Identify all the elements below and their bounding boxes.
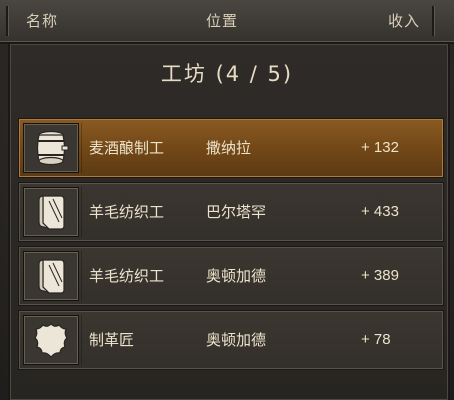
workshop-income: + 132 (361, 139, 399, 156)
table-header: 名称 位置 收入 (0, 0, 454, 44)
header-location[interactable]: 位置 (206, 0, 238, 42)
workshop-name: 羊毛纺织工 (89, 203, 165, 221)
workshop-location: 撒纳拉 (206, 139, 252, 157)
header-divider (432, 6, 434, 36)
cloth-roll-icon (38, 259, 65, 294)
section-title: 工坊 (4 / 5) (160, 62, 294, 86)
workshop-row[interactable]: 麦酒酿制工 撒纳拉 + 132 (18, 118, 444, 178)
workshop-icon-frame (23, 123, 79, 173)
workshop-row[interactable]: 羊毛纺织工 巴尔塔罕 + 433 (18, 182, 444, 242)
workshop-location: 巴尔塔罕 (206, 203, 267, 221)
header-income[interactable]: 收入 (388, 0, 420, 42)
row-divider (81, 251, 82, 301)
workshop-row[interactable]: 羊毛纺织工 奥顿加德 + 389 (18, 246, 444, 306)
header-name[interactable]: 名称 (26, 0, 58, 42)
workshop-panel: 名称 位置 收入 工坊 (4 / 5) 麦酒酿制工 撒纳拉 + 132 羊毛纺织… (0, 0, 454, 400)
barrel-icon (36, 130, 69, 166)
workshop-income: + 78 (361, 331, 391, 348)
workshop-row[interactable]: 制革匠 奥顿加德 + 78 (18, 310, 444, 370)
cloth-roll-icon (38, 195, 65, 230)
workshop-icon-frame (23, 187, 79, 237)
row-divider (81, 315, 82, 365)
workshop-name: 麦酒酿制工 (89, 139, 165, 157)
row-divider (81, 123, 82, 173)
row-divider (81, 187, 82, 237)
header-divider (6, 6, 8, 36)
leather-hide-icon (34, 323, 68, 358)
workshop-location: 奥顿加德 (206, 331, 267, 349)
workshop-income: + 433 (361, 203, 399, 220)
workshop-name: 制革匠 (89, 331, 135, 349)
workshop-income: + 389 (361, 267, 399, 284)
workshop-name: 羊毛纺织工 (89, 267, 165, 285)
workshop-icon-frame (23, 315, 79, 365)
workshop-location: 奥顿加德 (206, 267, 267, 285)
workshop-icon-frame (23, 251, 79, 301)
